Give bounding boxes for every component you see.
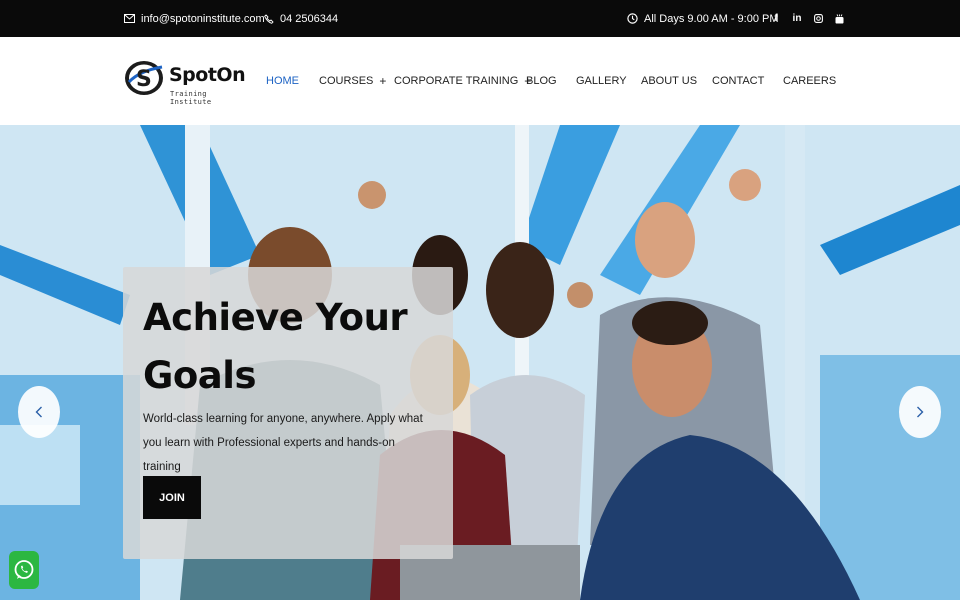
instagram-icon[interactable] bbox=[813, 13, 823, 25]
slider-prev-button[interactable] bbox=[18, 386, 60, 438]
youtube-icon[interactable] bbox=[834, 13, 844, 25]
nav-corporate-label: CORPORATE TRAINING bbox=[394, 75, 519, 87]
nav-contact[interactable]: CONTACT bbox=[712, 37, 764, 125]
hero-card: Achieve Your Goals World-class learning … bbox=[123, 267, 453, 559]
phone-contact[interactable]: 04 2506344 bbox=[264, 0, 338, 37]
expand-plus-icon[interactable]: + bbox=[379, 74, 386, 88]
opening-hours: All Days 9.00 AM - 9:00 PM bbox=[627, 0, 779, 37]
slider-next-button[interactable] bbox=[899, 386, 941, 438]
nav-home[interactable]: HOME bbox=[266, 37, 299, 125]
chevron-left-icon bbox=[35, 406, 42, 418]
nav-careers-label: CAREERS bbox=[783, 75, 837, 87]
whatsapp-chat-button[interactable] bbox=[9, 551, 39, 589]
mail-icon bbox=[124, 14, 135, 23]
email-contact[interactable]: info@spotoninstitute.com bbox=[124, 0, 265, 37]
nav-blog-label: BLOG bbox=[526, 75, 557, 87]
nav-about-label: ABOUT US bbox=[641, 75, 698, 87]
nav-careers[interactable]: CAREERS bbox=[783, 37, 836, 125]
svg-text:S: S bbox=[136, 67, 152, 92]
clock-icon bbox=[627, 13, 638, 24]
hero-slider: Achieve Your Goals World-class learning … bbox=[0, 125, 960, 600]
facebook-icon[interactable]: f bbox=[771, 13, 781, 25]
nav-home-label: HOME bbox=[266, 75, 299, 87]
nav-courses-label: COURSES bbox=[319, 75, 374, 87]
spoton-logo-mark: S bbox=[125, 61, 163, 95]
linkedin-icon[interactable]: in bbox=[792, 13, 802, 25]
nav-blog[interactable]: BLOG bbox=[526, 37, 557, 125]
site-logo[interactable]: S SpotOn Training Institute bbox=[124, 57, 246, 106]
site-header: S SpotOn Training Institute HOME COURSES… bbox=[0, 37, 960, 125]
hours-text: All Days 9.00 AM - 9:00 PM bbox=[644, 12, 779, 25]
logo-wordmark: SpotOn bbox=[169, 64, 246, 86]
social-links: f in bbox=[771, 0, 844, 37]
hero-title: Achieve Your Goals bbox=[143, 296, 408, 397]
join-button[interactable]: JOIN bbox=[143, 476, 201, 519]
chevron-right-icon bbox=[917, 406, 924, 418]
top-bar: info@spotoninstitute.com 04 2506344 All … bbox=[0, 0, 960, 37]
nav-corporate-training[interactable]: CORPORATE TRAINING + bbox=[394, 37, 531, 125]
phone-text: 04 2506344 bbox=[280, 12, 339, 25]
nav-contact-label: CONTACT bbox=[712, 75, 765, 87]
email-text: info@spotoninstitute.com bbox=[141, 12, 265, 25]
logo-tagline: Training Institute bbox=[170, 90, 212, 106]
nav-about-us[interactable]: ABOUT US bbox=[641, 37, 697, 125]
whatsapp-icon bbox=[14, 560, 34, 579]
phone-icon bbox=[264, 13, 274, 24]
nav-gallery-label: GALLERY bbox=[576, 75, 627, 87]
nav-courses[interactable]: COURSES + bbox=[319, 37, 386, 125]
nav-gallery[interactable]: GALLERY bbox=[576, 37, 627, 125]
hero-subtitle: World-class learning for anyone, anywher… bbox=[143, 413, 423, 473]
